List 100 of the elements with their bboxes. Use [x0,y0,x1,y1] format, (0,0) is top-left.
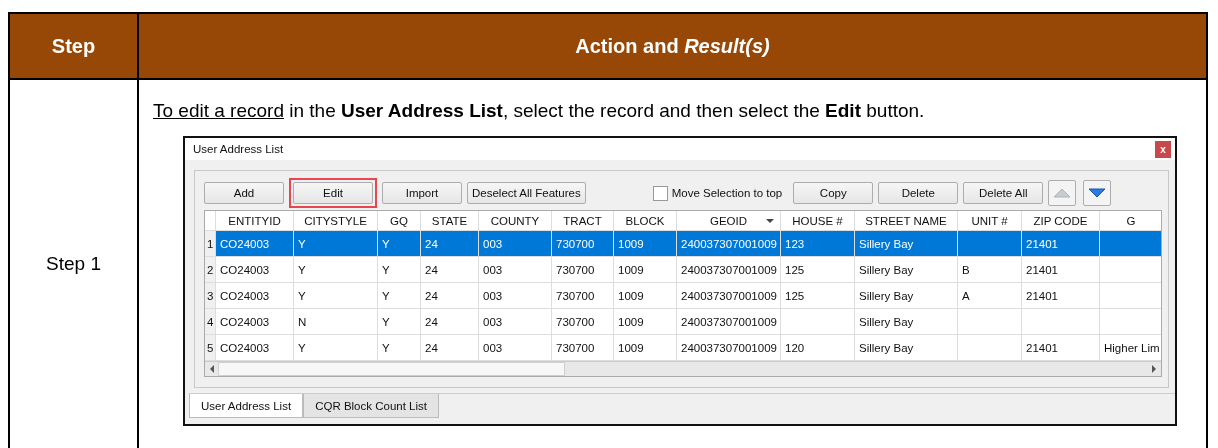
table-cell: A [962,290,970,302]
column-header[interactable]: ENTITYID [216,211,294,231]
checkbox-label[interactable]: Move Selection to top [671,187,783,199]
table-cell: 1009 [618,238,644,250]
table-cell: 003 [483,342,503,354]
table-cell: Y [382,238,390,250]
instruction-link[interactable]: To edit a record [153,100,284,121]
row-number: 4 [205,309,216,335]
table-cell: 120 [785,342,805,354]
table-row[interactable]: 2 CO24003 Y Y 24 003 730700 1009 240037307001009 125 Sillery Bay B 21401 [205,257,1161,283]
table-cell: Y [298,238,306,250]
tab[interactable]: CQR Block Count List [303,394,439,418]
table-cell: 1009 [618,264,644,276]
table-cell: Higher Lim [1104,342,1160,354]
table-cell: CO24003 [220,238,270,250]
table-cell: 003 [483,316,503,328]
column-header[interactable]: STATE [421,211,479,231]
horizontal-scrollbar[interactable] [205,361,1161,376]
toolbar-button[interactable]: Delete [878,182,959,204]
table-row[interactable]: 4 CO24003 N Y 24 003 730700 1009 240037307001009 Sillery Bay [205,309,1161,335]
table-row[interactable]: 3 CO24003 Y Y 24 003 730700 1009 240037307001009 125 Sillery Bay A 21401 [205,283,1161,309]
table-cell: N [298,316,307,328]
table-cell: 1009 [618,342,644,354]
column-header[interactable]: STREET NAME [855,211,958,231]
column-header[interactable]: ZIP CODE [1022,211,1100,231]
table-cell: Y [298,342,306,354]
column-header[interactable]: CITYSTYLE [294,211,378,231]
toolbar-button[interactable]: Import [382,182,462,204]
table-cell: 1009 [618,316,644,328]
table-cell: 24 [425,316,438,328]
table-cell: Y [382,342,390,354]
toolbar-button[interactable]: Add [204,182,284,204]
table-cell: 240037307001009 [681,342,777,354]
toolbar-button[interactable]: Copy [793,182,874,204]
table-cell: 21401 [1026,290,1058,302]
column-header: Step [10,14,139,80]
table-cell: 240037307001009 [681,264,777,276]
window-title: User Address List [193,143,284,155]
table-cell: 21401 [1026,264,1058,276]
table-cell: 24 [425,290,438,302]
table-cell: Sillery Bay [859,290,914,302]
sort-caret-icon [766,219,774,223]
column-header: Action and Result(s) [139,14,1206,80]
table-cell: 730700 [556,264,595,276]
table-cell: 003 [483,290,503,302]
tab[interactable]: User Address List [189,394,304,418]
table-cell: Y [298,264,306,276]
table-cell: 125 [785,264,805,276]
scroll-left-icon[interactable] [208,365,216,373]
table-cell: 123 [785,238,805,250]
toolbar-button[interactable]: Deselect All Features [467,182,586,204]
close-button[interactable]: x [1155,140,1171,158]
column-header[interactable]: GQ [378,211,421,231]
move-down-button[interactable] [1083,180,1112,206]
table-cell: 730700 [556,316,595,328]
table-cell: 21401 [1026,238,1058,250]
table-cell: 730700 [556,290,595,302]
table-cell: 21401 [1026,342,1058,354]
table-cell: CO24003 [220,264,270,276]
table-row[interactable]: 1 CO24003 Y Y 24 003 730700 1009 240037307001009 123 Sillery Bay 21401 [205,231,1161,257]
table-cell: 730700 [556,238,595,250]
column-header[interactable]: HOUSE # [781,211,855,231]
triangle-down-icon [1088,188,1107,198]
table-cell: 240037307001009 [681,238,777,250]
table-cell: Y [382,264,390,276]
table-cell: 003 [483,238,503,250]
step-label: Step 1 [10,80,139,448]
table-cell: Sillery Bay [859,264,914,276]
table-cell: 1009 [618,290,644,302]
table-cell: 24 [425,264,438,276]
table-cell: Sillery Bay [859,342,914,354]
table-cell: 24 [425,238,438,250]
column-header[interactable]: COUNTY [479,211,552,231]
table-cell: CO24003 [220,342,270,354]
table-cell: 240037307001009 [681,290,777,302]
table-cell: Y [382,316,390,328]
column-header[interactable]: GEOID [677,211,781,231]
instruction-text: To edit a record in the User Address List, select the record and then select the Edit button. [153,100,926,122]
column-header[interactable]: BLOCK [614,211,677,231]
table-cell: Y [382,290,390,302]
table-cell: Sillery Bay [859,238,914,250]
table-cell: 003 [483,264,503,276]
table-cell: Sillery Bay [859,316,914,328]
table-cell: B [962,264,970,276]
checkbox[interactable] [652,185,668,201]
table-cell: 125 [785,290,805,302]
column-header[interactable]: TRACT [552,211,614,231]
scroll-right-icon[interactable] [1150,365,1158,373]
toolbar-button[interactable]: Edit [293,182,373,204]
toolbar-button[interactable]: Delete All [963,182,1044,204]
row-number: 3 [205,283,216,309]
triangle-up-icon [1053,188,1072,198]
table-cell: CO24003 [220,290,270,302]
row-number: 1 [205,231,216,257]
table-cell: 24 [425,342,438,354]
table-cell: CO24003 [220,316,270,328]
row-number: 2 [205,257,216,283]
table-cell: Y [298,290,306,302]
column-header[interactable]: UNIT # [958,211,1022,231]
table-cell: 240037307001009 [681,316,777,328]
